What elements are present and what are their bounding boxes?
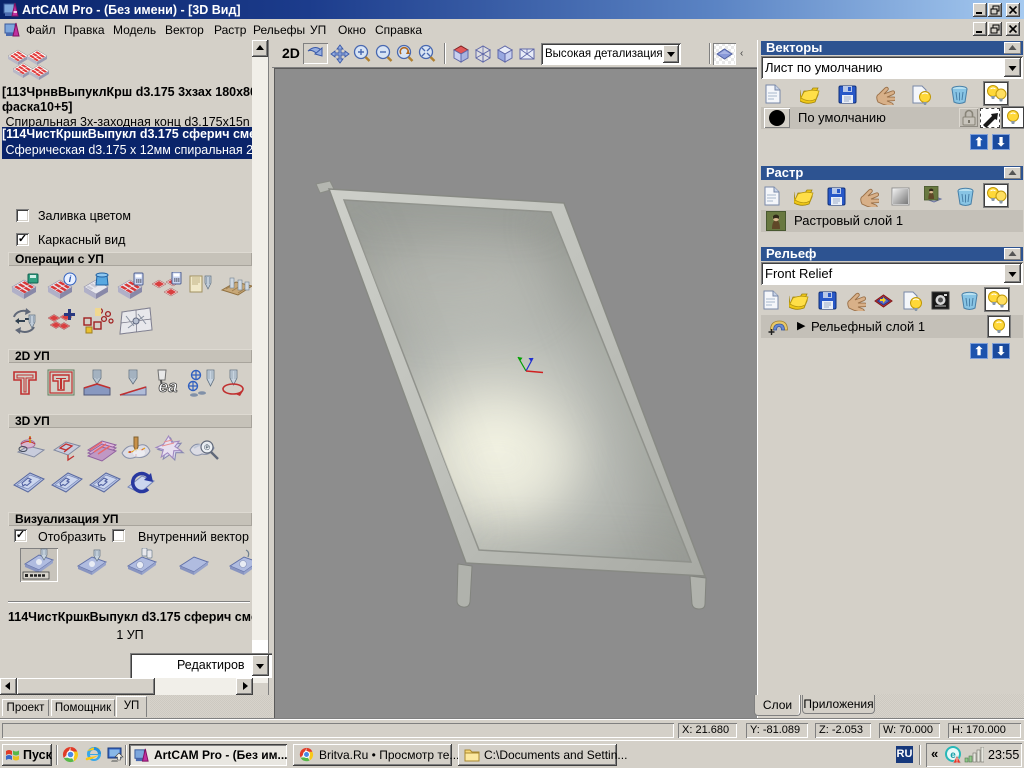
svg-text:℗: ℗ (204, 443, 210, 452)
svg-text:ea: ea (159, 377, 178, 396)
svg-text:!: ! (956, 759, 958, 765)
